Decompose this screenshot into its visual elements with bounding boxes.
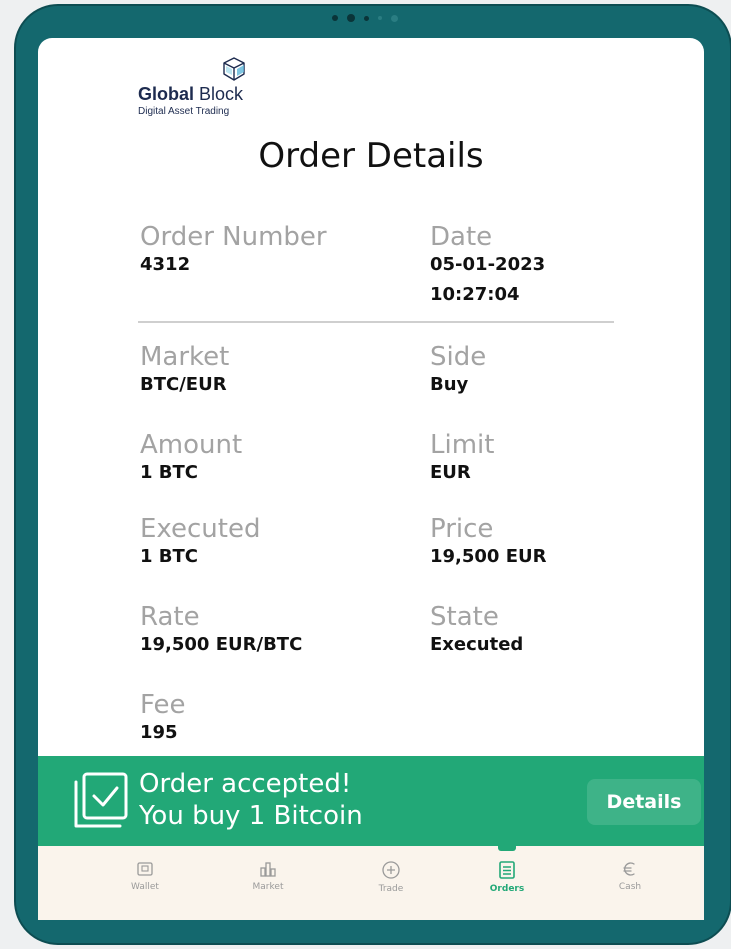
field-side: Side Buy (430, 344, 486, 400)
field-label: Date (430, 222, 493, 252)
nav-item-orders[interactable]: Orders (467, 860, 547, 894)
app-screen: Global Block Digital Asset Trading Order… (38, 38, 704, 920)
section-divider (138, 321, 614, 323)
field-value: Executed (430, 634, 524, 655)
nav-label: Orders (489, 884, 525, 894)
active-tab-indicator (498, 846, 516, 851)
field-fee: Fee 195 (140, 692, 186, 748)
nav-label: Market (252, 882, 284, 892)
field-label: Limit (430, 430, 495, 460)
page-title: Order Details (258, 136, 484, 176)
nav-item-cash[interactable]: Cash (590, 860, 670, 892)
nav-label: Cash (618, 882, 642, 892)
field-value: 19,500 EUR (430, 546, 547, 567)
field-value: 05-01-2023 (430, 254, 546, 275)
toast-line-2: You buy 1 Bitcoin (139, 801, 363, 831)
field-value: EUR (430, 462, 471, 483)
field-label: State (430, 602, 499, 632)
field-value: 1 BTC (140, 546, 198, 567)
camera-dot (391, 14, 398, 22)
brand-name: Global Block (138, 84, 244, 104)
wallet-icon (137, 862, 153, 876)
field-state: State Executed (430, 604, 523, 660)
plus-circle-icon (382, 861, 400, 879)
nav-item-market[interactable]: Market (228, 860, 308, 892)
toast-line-1: Order accepted! (139, 769, 352, 799)
field-label: Fee (140, 690, 186, 720)
details-button[interactable]: Details (587, 779, 701, 825)
nav-item-wallet[interactable]: Wallet (105, 860, 185, 892)
field-value: 19,500 EUR/BTC (140, 634, 303, 655)
field-label: Executed (140, 514, 261, 544)
field-value: 195 (140, 722, 178, 743)
field-label: Rate (140, 602, 200, 632)
nav-label: Wallet (131, 882, 159, 892)
camera-dot (332, 15, 338, 21)
tablet-frame: Global Block Digital Asset Trading Order… (14, 4, 731, 945)
field-value: 1 BTC (140, 462, 198, 483)
field-amount: Amount 1 BTC (140, 432, 242, 488)
toast-message: Order accepted! You buy 1 Bitcoin (139, 768, 363, 832)
field-price: Price 19,500 EUR (430, 516, 547, 572)
nav-label: Trade (378, 884, 404, 894)
checkbox-stack-icon (74, 772, 128, 828)
camera-dot (347, 14, 355, 22)
field-value: 4312 (140, 254, 191, 275)
brand-tagline: Digital Asset Trading (138, 106, 230, 117)
field-label: Order Number (140, 222, 327, 252)
camera-dot (364, 15, 369, 21)
field-label: Side (430, 342, 487, 372)
field-label: Market (140, 342, 230, 372)
camera-dots (332, 14, 398, 22)
field-market: Market BTC/EUR (140, 344, 229, 400)
order-accepted-toast: Order accepted! You buy 1 Bitcoin Detail… (38, 756, 704, 846)
field-rate: Rate 19,500 EUR/BTC (140, 604, 302, 660)
market-icon (260, 862, 276, 877)
camera-dot (378, 16, 382, 20)
field-value-time: 10:27:04 (430, 284, 520, 305)
field-label: Amount (140, 430, 243, 460)
orders-icon (499, 861, 515, 879)
field-date: Date 05-01-2023 10:27:04 (430, 224, 545, 310)
nav-item-trade[interactable]: Trade (351, 860, 431, 894)
field-value: Buy (430, 374, 469, 395)
field-order-number: Order Number 4312 (140, 224, 327, 280)
field-limit: Limit EUR (430, 432, 494, 488)
cube-logo-icon (223, 57, 245, 81)
bottom-nav: Wallet Market Trade Orders Cash (38, 846, 704, 920)
field-executed: Executed 1 BTC (140, 516, 260, 572)
euro-icon (623, 862, 635, 876)
field-value: BTC/EUR (140, 374, 227, 395)
field-label: Price (430, 514, 494, 544)
